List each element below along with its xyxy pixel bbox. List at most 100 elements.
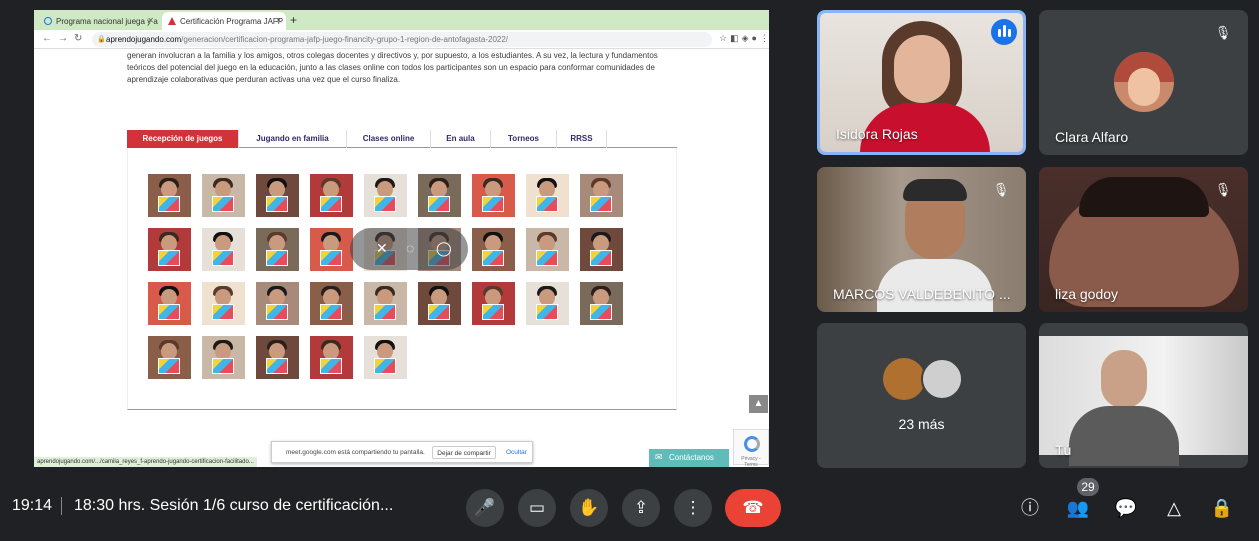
recaptcha-badge[interactable]: Privacy - Terms xyxy=(733,429,769,467)
game-box xyxy=(590,196,612,212)
activities-button[interactable]: △ xyxy=(1161,495,1187,521)
game-box xyxy=(482,304,504,320)
gallery-photo[interactable] xyxy=(418,174,461,217)
gallery-photo[interactable] xyxy=(256,228,299,271)
gallery-photo[interactable] xyxy=(418,282,461,325)
tab-rrss[interactable]: RRSS xyxy=(557,130,607,148)
microphone-button[interactable]: 🎤 xyxy=(466,489,504,527)
participant-avatar xyxy=(921,358,963,400)
gallery-photo[interactable] xyxy=(310,336,353,379)
gallery-photo[interactable] xyxy=(526,228,569,271)
gallery-photo[interactable] xyxy=(202,228,245,271)
gallery-photo[interactable] xyxy=(202,174,245,217)
back-icon[interactable]: ← xyxy=(42,33,52,44)
gallery-photo[interactable] xyxy=(148,174,191,217)
gallery-photo[interactable] xyxy=(148,228,191,271)
gallery-photo[interactable] xyxy=(310,228,353,271)
gallery-photo[interactable] xyxy=(364,174,407,217)
participant-avatar xyxy=(1114,52,1174,112)
scroll-to-top-button[interactable]: ▲ xyxy=(749,395,768,413)
tab-recepcion-de-juegos[interactable]: Recepción de juegos xyxy=(127,130,239,148)
people-button[interactable]: 👥 xyxy=(1065,495,1091,521)
forward-icon[interactable]: → xyxy=(58,33,68,44)
gallery-photo[interactable] xyxy=(310,174,353,217)
people-icon: 👥 xyxy=(1066,498,1090,518)
gallery-photo[interactable] xyxy=(580,228,623,271)
tab-en-aula[interactable]: En aula xyxy=(431,130,491,148)
more-icon[interactable]: ◯ xyxy=(436,240,452,257)
call-end-icon: ☎ xyxy=(742,498,764,517)
pin-off-icon[interactable]: ✕ xyxy=(376,240,388,257)
tab-torneos[interactable]: Torneos xyxy=(491,130,557,148)
game-box xyxy=(482,196,504,212)
more-options-button[interactable]: ⋮ xyxy=(674,489,712,527)
gallery-photo[interactable] xyxy=(148,336,191,379)
participant-tile-liza[interactable]: 🎙 liza godoy xyxy=(1039,167,1248,312)
browser-tab-2[interactable]: Certificación Programa JAFP ... ✕ xyxy=(162,12,286,30)
game-box xyxy=(590,304,612,320)
gallery-photo[interactable] xyxy=(526,282,569,325)
gallery-photo[interactable] xyxy=(364,282,407,325)
globe-icon xyxy=(44,17,52,25)
participant-avatar xyxy=(883,358,925,400)
participant-name: Isidora Rojas xyxy=(836,126,918,142)
meeting-details-button[interactable]: ⓘ xyxy=(1017,495,1043,521)
mic-off-icon: 🎙 xyxy=(1214,182,1232,197)
new-tab-button[interactable]: + xyxy=(290,13,297,27)
recaptcha-text: Privacy - Terms xyxy=(741,456,761,467)
mute-icon[interactable]: ◌ xyxy=(406,240,414,256)
gallery-photo[interactable] xyxy=(202,282,245,325)
participant-name: MARCOS VALDEBENITO ... xyxy=(833,286,1011,302)
raise-hand-button[interactable]: ✋ xyxy=(570,489,608,527)
hide-button[interactable]: Ocultar xyxy=(506,449,527,456)
mic-off-icon: 🎙 xyxy=(992,182,1010,197)
gallery-photo[interactable] xyxy=(472,174,515,217)
participant-tile-isidora[interactable]: Isidora Rojas xyxy=(817,10,1026,155)
gallery-photo[interactable] xyxy=(580,174,623,217)
lock-icon: 🔒 xyxy=(97,36,106,43)
meet-share-overlay[interactable]: ✕ ◌ ◯ xyxy=(350,228,468,270)
game-box xyxy=(536,304,558,320)
game-box xyxy=(320,196,342,212)
gallery-photo[interactable] xyxy=(364,336,407,379)
contact-button[interactable]: ✉ Contáctanos xyxy=(649,449,729,467)
participant-tile-more[interactable]: 23 más xyxy=(817,323,1026,468)
gallery-photo[interactable] xyxy=(148,282,191,325)
chat-button[interactable]: 💬 xyxy=(1113,495,1139,521)
host-controls-button[interactable]: 🔒 xyxy=(1209,495,1235,521)
browser-tab-label: Certificación Programa JAFP ... xyxy=(180,17,286,26)
present-button[interactable]: ⇪ xyxy=(622,489,660,527)
gallery-photo[interactable] xyxy=(202,336,245,379)
status-url-tooltip: aprendojugando.com/.../camila_reyes_f-ap… xyxy=(34,457,257,467)
gallery-photo[interactable] xyxy=(256,174,299,217)
stop-sharing-button[interactable]: Dejar de compartir xyxy=(432,446,496,459)
participant-tile-self[interactable]: Tú xyxy=(1039,323,1248,468)
participant-tile-clara[interactable]: 🎙 Clara Alfaro xyxy=(1039,10,1248,155)
gallery-photo[interactable] xyxy=(472,282,515,325)
game-box xyxy=(482,250,504,266)
participant-count-badge: 29 xyxy=(1077,478,1099,496)
browser-tab-label: Programa nacional juega y apr... xyxy=(56,17,158,26)
browser-tab-1[interactable]: Programa nacional juega y apr... ✕ xyxy=(38,12,158,30)
gallery-photo[interactable] xyxy=(472,228,515,271)
participant-name: liza godoy xyxy=(1055,286,1119,302)
close-icon[interactable]: ✕ xyxy=(275,16,282,25)
mail-icon: ✉ xyxy=(655,452,663,462)
game-box xyxy=(212,358,234,374)
participant-tile-marcos[interactable]: 🎙 MARCOS VALDEBENITO ... xyxy=(817,167,1026,312)
url-bar[interactable]: 🔒 aprendojugando.com/generacion/certific… xyxy=(92,32,712,47)
present-screen-icon: ⇪ xyxy=(633,498,649,517)
gallery-photo[interactable] xyxy=(256,336,299,379)
gallery-photo[interactable] xyxy=(526,174,569,217)
gallery-photo[interactable] xyxy=(580,282,623,325)
game-box xyxy=(536,196,558,212)
tab-jugando-en-familia[interactable]: Jugando en familia xyxy=(239,130,347,148)
gallery-photo[interactable] xyxy=(310,282,353,325)
extension-icons[interactable]: ☆◧◈●⋮ xyxy=(719,33,769,44)
camera-button[interactable]: ▭ xyxy=(518,489,556,527)
leave-call-button[interactable]: ☎ xyxy=(725,489,781,527)
close-icon[interactable]: ✕ xyxy=(147,16,154,25)
reload-icon[interactable]: ↻ xyxy=(74,33,82,44)
gallery-photo[interactable] xyxy=(256,282,299,325)
tab-clases-online[interactable]: Clases online xyxy=(347,130,431,148)
